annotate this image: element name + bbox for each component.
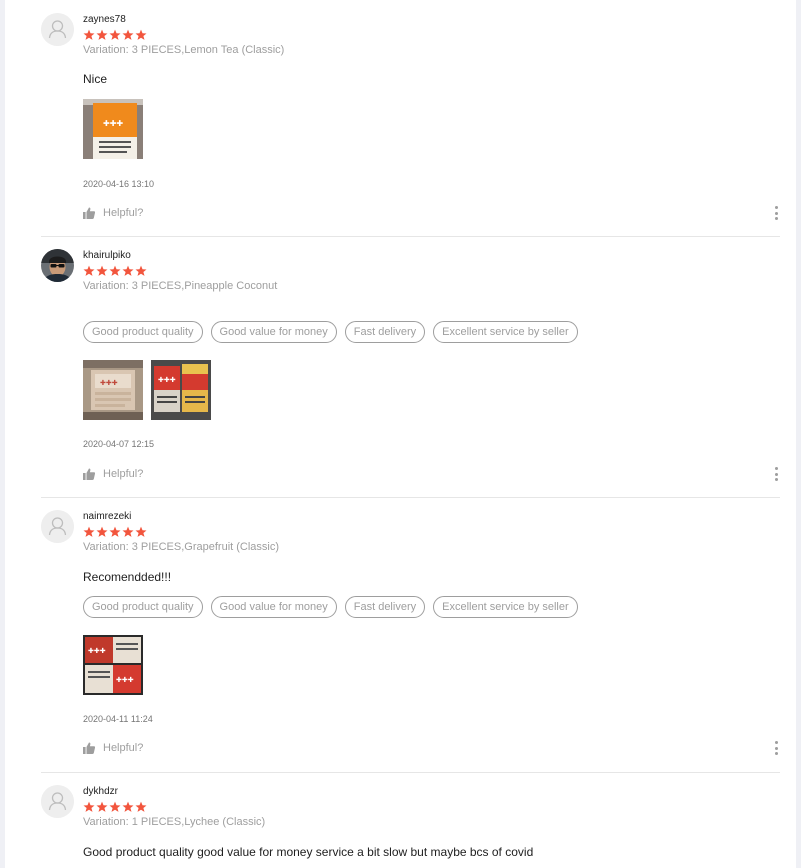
svg-text:✚✚✚: ✚✚✚ [88, 647, 106, 655]
review-date: 2020-04-16 13:10 [83, 179, 155, 189]
star-icon [135, 801, 147, 812]
review-photo[interactable]: ✚✚✚ ✚✚✚ [83, 635, 143, 695]
review-tag: Excellent service by seller [433, 321, 578, 343]
star-icon [96, 29, 108, 40]
thumbs-up-icon [83, 742, 95, 754]
helpful-label: Helpful? [103, 207, 144, 219]
review-photos: ✚✚✚ ✚✚✚ [83, 360, 211, 420]
review-tags: Good product quality Good value for mone… [83, 596, 578, 618]
more-options-icon[interactable] [772, 206, 780, 220]
review-tag: Excellent service by seller [433, 596, 578, 618]
star-icon [135, 29, 147, 40]
review-photo[interactable]: ✚✚✚ [83, 99, 143, 159]
star-icon [109, 526, 121, 537]
review-item: dykhdzr Variation: 1 PIECES,Lychee (Clas… [41, 785, 780, 868]
review-tag: Good value for money [210, 321, 337, 343]
review-date: 2020-04-11 11:24 [83, 714, 153, 724]
helpful-button[interactable]: Helpful? [83, 467, 143, 481]
thumbs-up-icon [83, 468, 95, 480]
reviewer-name: dykhdzr [83, 786, 119, 797]
star-icon [96, 526, 108, 537]
review-tag: Good product quality [83, 321, 203, 343]
default-avatar-icon [41, 510, 74, 543]
default-avatar-icon [41, 785, 74, 818]
review-tags: Good product quality Good value for mone… [83, 321, 578, 343]
svg-text:✚✚✚: ✚✚✚ [103, 119, 123, 128]
review-item: naimrezeki Variation: 3 PIECES,Grapefrui… [41, 510, 780, 773]
star-icon [109, 265, 121, 276]
star-rating [83, 29, 147, 41]
star-icon [135, 265, 147, 276]
star-icon [122, 801, 134, 812]
review-content: Recomendded!!! [83, 570, 172, 584]
review-photos: ✚✚✚ [83, 99, 143, 159]
star-icon [83, 29, 95, 40]
svg-text:✚✚✚: ✚✚✚ [116, 676, 134, 684]
star-rating [83, 801, 147, 813]
star-icon [122, 29, 134, 40]
reviewer-name: naimrezeki [83, 511, 132, 522]
helpful-button[interactable]: Helpful? [83, 206, 143, 220]
more-options-icon[interactable] [772, 741, 780, 755]
star-icon [135, 526, 147, 537]
review-content: Good product quality good value for mone… [83, 845, 534, 859]
thumbs-up-icon [83, 207, 95, 219]
user-photo-avatar [41, 249, 74, 282]
star-rating [83, 265, 147, 277]
variation-text: Variation: 3 PIECES,Pineapple Coconut [83, 280, 278, 292]
star-icon [109, 29, 121, 40]
star-icon [83, 801, 95, 812]
helpful-label: Helpful? [103, 468, 144, 480]
star-rating [83, 526, 147, 538]
star-icon [122, 526, 134, 537]
variation-text: Variation: 3 PIECES,Lemon Tea (Classic) [83, 44, 285, 56]
star-icon [83, 526, 95, 537]
reviewer-name: zaynes78 [83, 14, 126, 25]
star-icon [96, 265, 108, 276]
variation-text: Variation: 3 PIECES,Grapefruit (Classic) [83, 541, 280, 553]
variation-text: Variation: 1 PIECES,Lychee (Classic) [83, 816, 266, 828]
page-left-edge [0, 0, 5, 868]
more-options-icon[interactable] [772, 467, 780, 481]
review-tag: Good product quality [83, 596, 203, 618]
review-photo[interactable]: ✚✚✚ [83, 360, 143, 420]
star-icon [96, 801, 108, 812]
svg-text:✚✚✚: ✚✚✚ [158, 376, 176, 384]
page-right-edge [796, 0, 801, 868]
star-icon [83, 265, 95, 276]
review-tag: Fast delivery [344, 321, 426, 343]
star-icon [109, 801, 121, 812]
star-icon [122, 265, 134, 276]
helpful-button[interactable]: Helpful? [83, 741, 143, 755]
review-photos: ✚✚✚ ✚✚✚ [83, 635, 143, 695]
review-content: Nice [83, 72, 108, 86]
review-tag: Fast delivery [344, 596, 426, 618]
helpful-label: Helpful? [103, 742, 144, 754]
review-date: 2020-04-07 12:15 [83, 439, 155, 449]
review-tag: Good value for money [210, 596, 337, 618]
reviewer-name: khairulpiko [83, 250, 131, 261]
default-avatar-icon [41, 13, 74, 46]
review-item: khairulpiko Variation: 3 PIECES,Pineappl… [41, 249, 780, 498]
review-item: zaynes78 Variation: 3 PIECES,Lemon Tea (… [41, 13, 780, 237]
svg-text:✚✚✚: ✚✚✚ [100, 379, 118, 387]
review-photo[interactable]: ✚✚✚ [151, 360, 211, 420]
